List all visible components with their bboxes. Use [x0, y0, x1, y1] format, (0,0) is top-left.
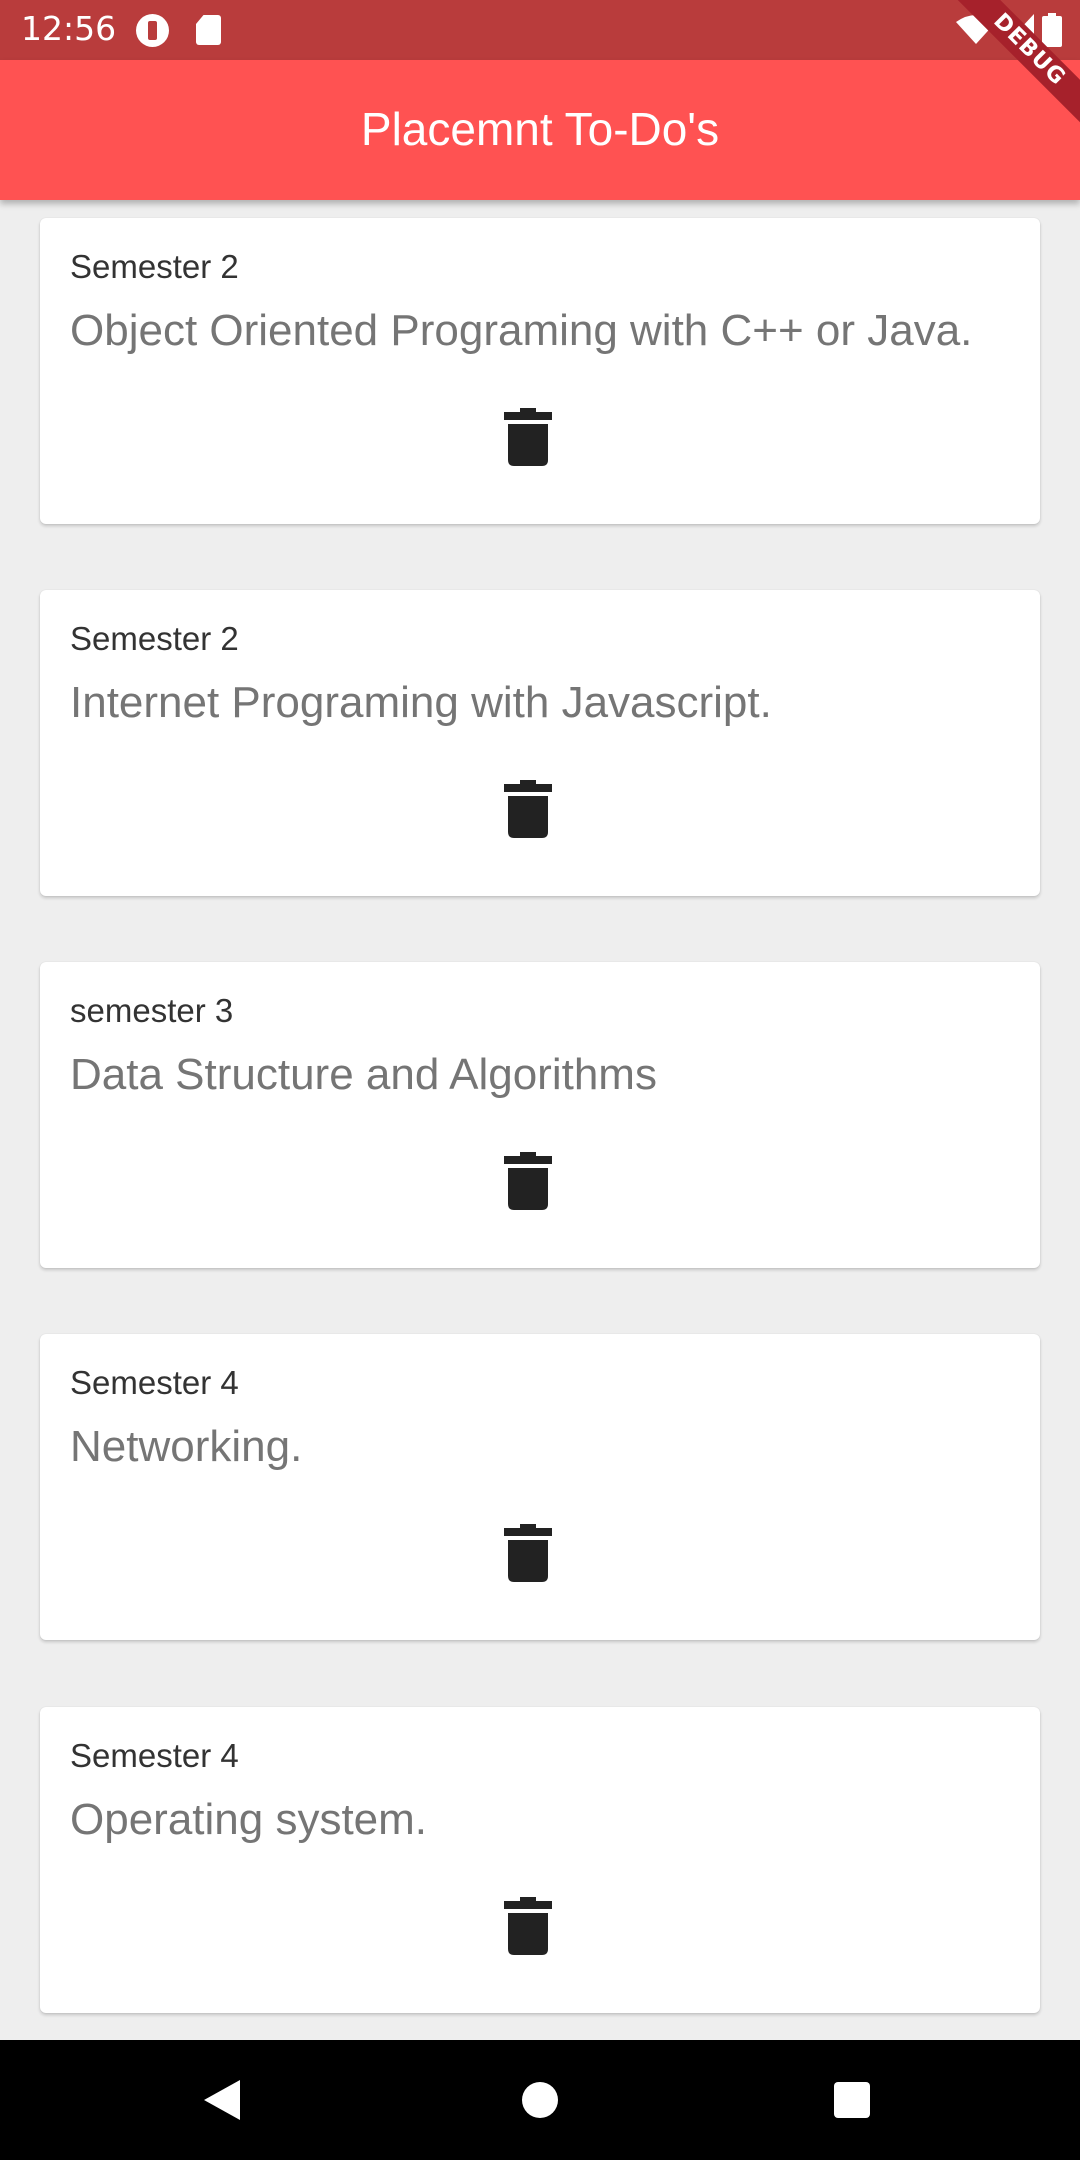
todo-list[interactable]: Semester 2 Object Oriented Programing wi…: [0, 200, 1080, 2040]
app-bar: Placemnt To-Do's: [0, 60, 1080, 200]
trash-icon[interactable]: [504, 780, 552, 838]
todo-semester: Semester 4: [70, 1737, 239, 1774]
todo-card[interactable]: semester 3 Data Structure and Algorithms: [40, 962, 1040, 1268]
todo-card[interactable]: Semester 2 Internet Programing with Java…: [40, 590, 1040, 896]
status-time: 12:56: [21, 9, 117, 48]
trash-icon[interactable]: [504, 1524, 552, 1582]
battery-icon: [1042, 13, 1062, 47]
todo-card[interactable]: Semester 4 Networking.: [40, 1334, 1040, 1640]
trash-icon[interactable]: [504, 1152, 552, 1210]
navigation-bar: [0, 2040, 1080, 2160]
todo-semester: Semester 4: [70, 1364, 239, 1401]
todo-title: Operating system.: [70, 1795, 428, 1844]
todo-title: Networking.: [70, 1422, 303, 1471]
todo-semester: Semester 2: [70, 248, 239, 285]
trash-icon[interactable]: [504, 1897, 552, 1955]
back-icon[interactable]: [204, 2080, 240, 2120]
todo-title: Object Oriented Programing with C++ or J…: [70, 306, 973, 355]
app-notification-icon: [136, 14, 169, 47]
todo-title: Internet Programing with Javascript.: [70, 678, 772, 727]
todo-card[interactable]: Semester 2 Object Oriented Programing wi…: [40, 218, 1040, 524]
todo-semester: Semester 2: [70, 620, 239, 657]
screen: 12:56 DEBUG Placemnt To-Do's Semester 2 …: [0, 0, 1080, 2160]
sd-card-icon: [196, 15, 221, 45]
status-bar: 12:56: [0, 0, 1080, 60]
trash-icon[interactable]: [504, 408, 552, 466]
todo-title: Data Structure and Algorithms: [70, 1050, 657, 1099]
todo-card[interactable]: Semester 4 Operating system.: [40, 1707, 1040, 2013]
app-title: Placemnt To-Do's: [360, 103, 720, 155]
todo-semester: semester 3: [70, 992, 234, 1029]
recent-apps-icon[interactable]: [834, 2082, 870, 2118]
home-icon[interactable]: [522, 2082, 558, 2118]
